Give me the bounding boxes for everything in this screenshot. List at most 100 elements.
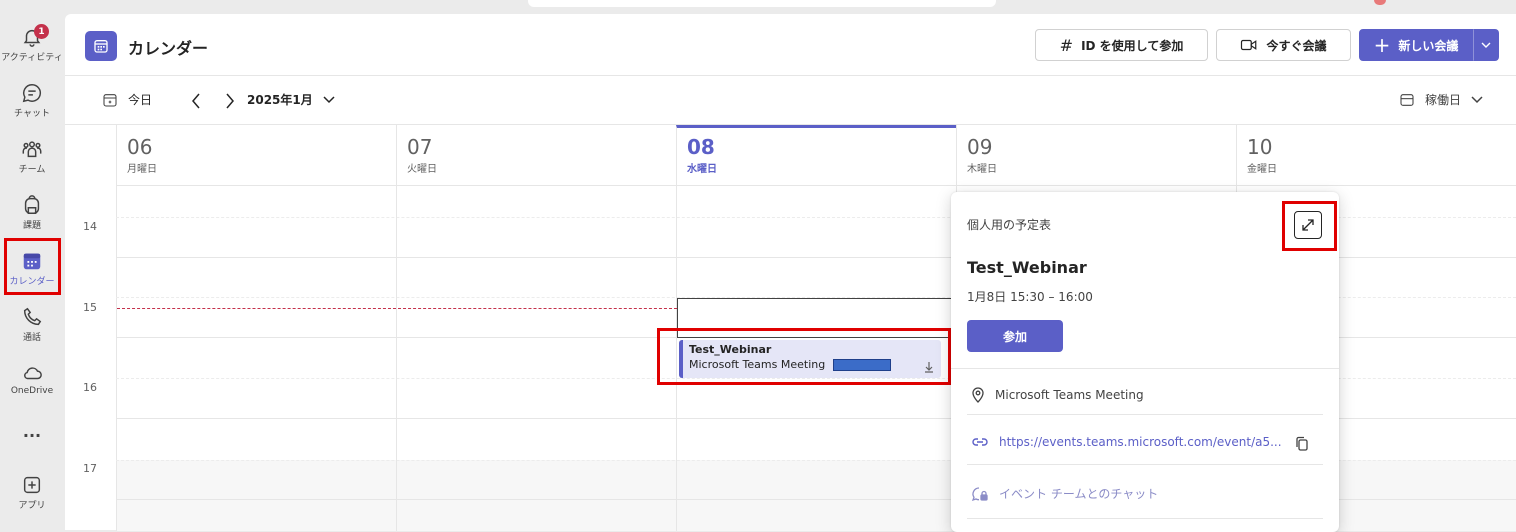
day-weekday: 金曜日 <box>1247 164 1277 175</box>
rail-item-calls[interactable]: 通話 <box>0 298 64 352</box>
month-label: 2025年1月 <box>247 93 313 107</box>
current-time-line <box>117 308 677 309</box>
divider <box>967 414 1323 415</box>
profile-indicator <box>1374 0 1386 5</box>
rail-label: チャット <box>14 109 50 119</box>
activity-badge: 1 <box>34 24 49 39</box>
rail-item-more[interactable]: ... <box>0 414 64 468</box>
day-header-fri[interactable]: 10 金曜日 <box>1236 125 1516 185</box>
hour-label: 14 <box>83 220 97 233</box>
rail-item-teams[interactable]: チーム <box>0 130 64 184</box>
day-weekday: 水曜日 <box>687 164 717 175</box>
more-icon: ... <box>22 422 42 441</box>
phone-icon <box>23 307 42 326</box>
rail-label: アクティビティ <box>1 53 63 63</box>
top-search-bar[interactable] <box>528 0 996 7</box>
day-number: 09 <box>967 135 993 159</box>
rail-item-activity[interactable]: 1 アクティビティ <box>0 18 64 72</box>
page-title: カレンダー <box>128 39 209 58</box>
join-with-id-button[interactable]: # ID を使用して参加 <box>1035 29 1208 61</box>
event-link-url: https://events.teams.microsoft.com/event… <box>999 435 1282 449</box>
day-header-mon[interactable]: 06 月曜日 <box>116 125 396 185</box>
today-button[interactable]: 今日 <box>102 91 152 108</box>
next-week-button[interactable] <box>219 89 241 113</box>
event-chat-label: イベント チームとのチャット <box>999 487 1159 501</box>
new-meeting-label: 新しい会議 <box>1398 38 1459 53</box>
hour-label: 15 <box>83 301 97 314</box>
event-location: Microsoft Teams Meeting <box>995 388 1144 402</box>
video-camera-icon <box>1241 39 1257 51</box>
day-number: 08 <box>687 135 715 159</box>
teams-icon <box>22 141 42 158</box>
copy-icon <box>1296 436 1308 451</box>
calendar-main: カレンダー # ID を使用して参加 今すぐ会議 + 新しい会議 今日 2025 <box>65 14 1516 532</box>
highlight-box-expand <box>1282 201 1337 251</box>
day-weekday: 火曜日 <box>407 164 437 175</box>
new-meeting-dropdown[interactable] <box>1473 29 1499 61</box>
chat-icon <box>22 84 42 103</box>
join-button[interactable]: 参加 <box>967 320 1063 352</box>
rail-item-chat[interactable]: チャット <box>0 74 64 128</box>
day-number: 06 <box>127 135 153 159</box>
chevron-down-icon <box>1471 95 1483 103</box>
day-weekday: 木曜日 <box>967 164 997 175</box>
work-week-icon <box>1400 93 1414 106</box>
cloud-icon <box>24 367 42 380</box>
rail-item-assignments[interactable]: 課題 <box>0 186 64 240</box>
rail-label: 課題 <box>22 221 41 231</box>
view-selector[interactable]: 稼働日 <box>1399 91 1483 108</box>
event-location-row: Microsoft Teams Meeting <box>971 387 1144 403</box>
day-header-thu[interactable]: 09 木曜日 <box>956 125 1236 185</box>
chevron-down-icon <box>1481 42 1491 48</box>
add-apps-icon <box>23 476 41 494</box>
previous-week-button[interactable] <box>185 89 207 113</box>
view-label: 稼働日 <box>1425 93 1462 107</box>
month-picker[interactable]: 2025年1月 <box>247 91 335 108</box>
event-title: Test_Webinar <box>967 258 1087 277</box>
highlight-box-calendar <box>4 238 61 295</box>
window-top-strip <box>0 0 1516 14</box>
event-peek-card: 個人用の予定表 Test_Webinar 1月8日 15:30 – 16:00 … <box>951 192 1339 532</box>
location-pin-icon <box>972 387 984 403</box>
grid-line <box>116 185 1516 186</box>
hour-label: 17 <box>83 462 97 475</box>
event-link[interactable]: https://events.teams.microsoft.com/event… <box>971 435 1282 449</box>
rail-label: 通話 <box>22 333 41 343</box>
chevron-left-icon <box>192 93 200 109</box>
meet-now-button[interactable]: 今すぐ会議 <box>1216 29 1351 61</box>
rail-label: OneDrive <box>10 386 54 396</box>
calendar-today-icon <box>103 93 117 107</box>
calendar-app-icon <box>85 31 117 61</box>
copy-link-button[interactable] <box>1295 436 1309 456</box>
chevron-down-icon <box>323 95 335 103</box>
divider <box>951 368 1339 369</box>
hour-label: 16 <box>83 381 97 394</box>
day-number: 07 <box>407 135 433 159</box>
today-label: 今日 <box>128 93 153 107</box>
day-column-divider <box>396 185 397 531</box>
calendar-name: 個人用の予定表 <box>967 218 1052 232</box>
day-header-tue[interactable]: 07 火曜日 <box>396 125 676 185</box>
rail-item-apps[interactable]: アプリ <box>0 466 64 520</box>
hash-icon: # <box>1059 35 1074 55</box>
day-number: 10 <box>1247 135 1273 159</box>
meet-now-label: 今すぐ会議 <box>1266 38 1327 53</box>
link-icon <box>972 438 988 446</box>
day-weekday: 月曜日 <box>127 164 157 175</box>
event-time: 1月8日 15:30 – 16:00 <box>967 290 1093 304</box>
divider <box>967 518 1323 519</box>
event-team-chat-link[interactable]: イベント チームとのチャット <box>971 485 1158 502</box>
day-header-wed-today[interactable]: 08 水曜日 <box>676 125 956 185</box>
plus-icon: + <box>1373 33 1391 57</box>
chevron-right-icon <box>226 93 234 109</box>
join-with-id-label: ID を使用して参加 <box>1081 38 1184 53</box>
chat-lock-icon <box>971 486 988 501</box>
highlight-box-event <box>657 328 951 385</box>
divider <box>967 464 1323 465</box>
rail-label: チーム <box>18 165 46 175</box>
rail-label: アプリ <box>18 501 46 511</box>
backpack-icon <box>24 195 40 214</box>
rail-item-onedrive[interactable]: OneDrive <box>0 354 64 408</box>
new-meeting-button[interactable]: + 新しい会議 <box>1359 29 1473 61</box>
calendar-toolbar: 今日 2025年1月 稼働日 <box>65 77 1516 124</box>
